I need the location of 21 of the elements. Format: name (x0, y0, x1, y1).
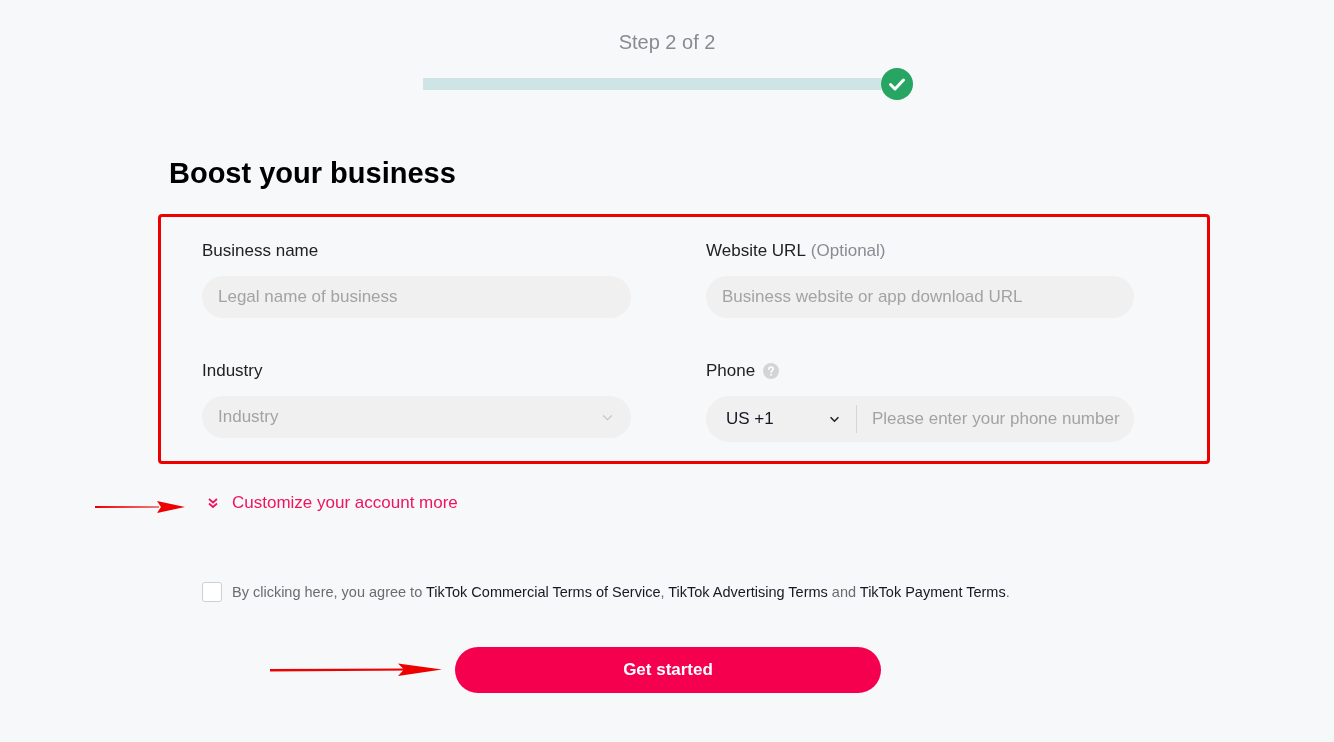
chevron-down-icon (829, 415, 840, 423)
page-heading: Boost your business (169, 156, 456, 190)
field-label: Industry (202, 360, 263, 382)
get-started-button[interactable]: Get started (455, 647, 881, 693)
field-label: Business name (202, 240, 319, 262)
field-label: Website URL (706, 240, 806, 262)
optional-note: (Optional) (810, 240, 886, 262)
text-input[interactable]: Business website or app download URL (706, 276, 1134, 318)
step-label: Step 2 of 2 (618, 30, 716, 54)
customize-link[interactable]: Customize your account more (207, 492, 458, 514)
phone-field[interactable]: US +1 Please enter your phone number (706, 396, 1134, 442)
help-icon[interactable] (763, 363, 780, 379)
country-code-select[interactable]: US +1 (726, 409, 844, 429)
terms-link[interactable]: TikTok Commercial Terms of Service (426, 584, 661, 600)
text-input[interactable]: Legal name of business (202, 276, 631, 318)
terms-text: By clicking here, you agree to TikTok Commercial Terms of Service, TikTok Advertising Terms and TikTok Payment Terms. (232, 583, 1010, 602)
chevron-down-icon (602, 413, 613, 421)
field-label: Phone (706, 360, 756, 382)
terms-link[interactable]: TikTok Payment Terms (859, 584, 1006, 600)
terms-link[interactable]: TikTok Advertising Terms (668, 584, 828, 600)
checkbox[interactable] (202, 582, 222, 602)
